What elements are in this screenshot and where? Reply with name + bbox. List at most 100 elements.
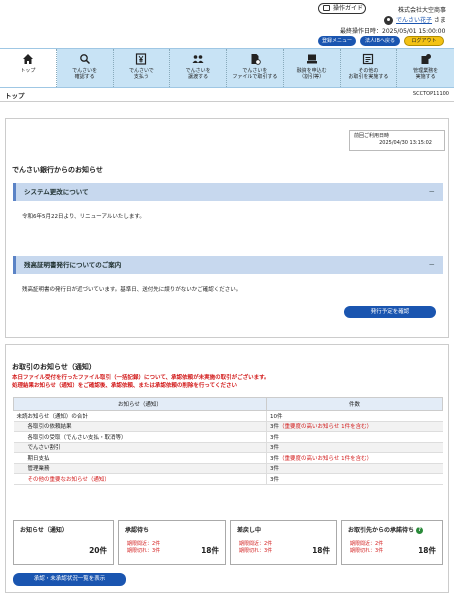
row-count: 10件	[266, 410, 443, 422]
summary-total: 20件	[89, 546, 107, 555]
warning-line: 処理結果お知らせ（通知）をご確認後、承認依頼、または承認依頼の削除を行ってくださ…	[12, 383, 237, 389]
row-name: 未読お知らせ（通知）の合計	[13, 410, 267, 422]
user-suffix: さま	[432, 17, 446, 24]
collapse-icon[interactable]: －	[429, 183, 436, 201]
announcement-item-body: 残高証明書の発行日が近づいています。基準日、送付先に誤りがないかご確認ください。	[22, 287, 242, 293]
nav-label: でんさいを 譲渡する	[185, 68, 211, 80]
admin-icon	[420, 53, 432, 65]
page-header: トップ SCCTOP11100	[0, 88, 454, 102]
announcement-item-title: 残高証明書発行についてのご案内	[24, 261, 122, 269]
logout-button[interactable]: ログアウト	[404, 36, 444, 46]
user-icon	[384, 16, 393, 25]
screen-code: SCCTOP11100	[412, 91, 449, 97]
approval-status-list-button[interactable]: 承認・未承認状況一覧を表示	[13, 573, 126, 586]
summary-detail: 期限間近：2件 期限切れ：3件	[127, 541, 161, 554]
announcement-item-header[interactable]: システム更改について －	[13, 183, 443, 201]
summary-title: お知らせ（通知）	[20, 527, 68, 534]
yen-icon	[135, 53, 147, 65]
nav-label: でんさいで 支払う	[128, 68, 154, 80]
row-count: 3件（重要度の高いお知らせ 1件を含む）	[266, 452, 443, 464]
notices-table: お知らせ（通知） 件数 未読お知らせ（通知）の合計 10件 各取引の依頼結果 3…	[13, 397, 443, 485]
row-count: 3件	[266, 462, 443, 474]
summary-partner-consent[interactable]: お取引先からの承諾待ち ? 期限間近：2件 期限切れ：3件 18件	[341, 520, 443, 565]
collapse-icon[interactable]: －	[429, 256, 436, 274]
table-row[interactable]: 期日支払 3件（重要度の高いお知らせ 1件を含む）	[13, 452, 443, 464]
table-row[interactable]: 各取引の依頼結果 3件（重要度の高いお知らせ 1件を含む）	[13, 420, 443, 432]
last-use-date-box: 前回ご利用日時 2025/04/30 13:15:02	[349, 130, 445, 151]
nav-pay[interactable]: でんさいで 支払う	[114, 49, 171, 87]
global-nav: トップ でんさいを 確認する でんさいで 支払う でんさいを 譲渡する でんさい…	[0, 48, 454, 88]
last-use-label: 前回ご利用日時	[354, 133, 390, 139]
row-name: 各取引の依頼結果	[13, 420, 267, 432]
guide-icon	[323, 5, 330, 11]
file-icon	[249, 53, 261, 65]
user-name-link[interactable]: でんさい花子	[396, 17, 432, 24]
help-icon[interactable]: ?	[416, 527, 424, 534]
summary-detail: 期限間近：2件 期限切れ：3件	[239, 541, 273, 554]
row-count: 3件（重要度の高いお知らせ 1件を含む）	[266, 420, 443, 432]
summary-detail: 期限間近：2件 期限切れ：3件	[350, 541, 384, 554]
loan-icon	[306, 53, 318, 65]
home-icon	[22, 53, 34, 65]
summary-sent-back[interactable]: 差戻し中 期限間近：2件 期限切れ：3件 18件	[230, 520, 337, 565]
table-row[interactable]: 各取引の受取（でんさい支払・取消等） 3件	[13, 431, 443, 443]
header: 操作ガイド 株式会社大空商事 でんさい花子 さま 最終操作日時：2025/05/…	[0, 0, 454, 48]
row-name: その他の重要なお知らせ（通知）	[13, 473, 267, 485]
summary-total: 18件	[418, 546, 436, 555]
check-issue-schedule-button[interactable]: 発行予定を確認	[344, 306, 436, 318]
other-icon	[362, 53, 374, 65]
user-row: でんさい花子 さま	[384, 15, 446, 25]
summary-title: 承認待ち	[125, 527, 150, 534]
table-row[interactable]: でんさい割引 3件	[13, 441, 443, 453]
transaction-notices-panel: お取引のお知らせ（通知） 本日ファイル受付を行ったファイル取引（一括記録）につい…	[5, 344, 449, 593]
bank-announcement-panel: 前回ご利用日時 2025/04/30 13:15:02 でんさい銀行からのお知ら…	[5, 118, 449, 338]
nav-file[interactable]: でんさいを ファイルで取引する	[227, 49, 284, 87]
row-count: 3件	[266, 473, 443, 485]
table-header: お知らせ（通知）	[13, 397, 267, 411]
nav-label: でんさいを ファイルで取引する	[232, 68, 278, 80]
corporate-ib-return-button[interactable]: 法人IBへ戻る	[360, 36, 400, 46]
summary-notices[interactable]: お知らせ（通知） 20件	[13, 520, 114, 565]
table-row[interactable]: 未読お知らせ（通知）の合計 10件	[13, 410, 443, 422]
nav-label: 管理業務を 実施する	[413, 68, 439, 80]
guide-label: 操作ガイド	[333, 5, 364, 12]
nav-other[interactable]: その他の お取引を実施する	[341, 49, 398, 87]
nav-check[interactable]: でんさいを 確認する	[57, 49, 114, 87]
table-row[interactable]: その他の重要なお知らせ（通知） 3件	[13, 473, 443, 485]
announcement-item-title: システム更改について	[24, 188, 89, 196]
register-menu-button[interactable]: 登録メニュー	[318, 36, 356, 46]
announcement-item-header[interactable]: 残高証明書発行についてのご案内 －	[13, 256, 443, 274]
row-name: 各取引の受取（でんさい支払・取消等）	[13, 431, 267, 443]
pending-file-warning: 本日ファイル受付を行ったファイル取引（一括記録）について、承認依頼が未実施の取引…	[12, 374, 270, 390]
summary-title: 差戻し中	[237, 527, 262, 534]
last-use-value: 2025/04/30 13:15:02	[379, 140, 432, 146]
summary-total: 18件	[201, 546, 219, 555]
table-header: 件数	[266, 397, 443, 411]
nav-label: その他の お取引を実施する	[348, 68, 389, 80]
page-title: トップ	[5, 92, 25, 100]
announcement-section-title: でんさい銀行からのお知らせ	[12, 166, 103, 174]
row-count: 3件	[266, 431, 443, 443]
announcement-item-body: 令和6年5月22日より、リニューアルいたします。	[22, 214, 145, 220]
warning-line: 本日ファイル受付を行ったファイル取引（一括記録）について、承認依頼が未実施の取引…	[12, 375, 270, 381]
row-count: 3件	[266, 441, 443, 453]
row-name: 期日支払	[13, 452, 267, 464]
notices-title: お取引のお知らせ（通知）	[12, 363, 96, 371]
table-row[interactable]: 管理業務 3件	[13, 462, 443, 474]
summary-title-row: お取引先からの承諾待ち ?	[348, 525, 424, 534]
row-name: 管理業務	[13, 462, 267, 474]
company-name: 株式会社大空商事	[398, 7, 447, 14]
nav-label: 融資を申込む （割引等）	[296, 68, 327, 80]
operation-guide-button[interactable]: 操作ガイド	[318, 3, 366, 14]
search-icon	[79, 53, 91, 65]
nav-admin[interactable]: 管理業務を 実施する	[397, 49, 454, 87]
nav-loan[interactable]: 融資を申込む （割引等）	[284, 49, 341, 87]
last-operation-time: 最終操作日時：2025/05/01 15:00:00	[340, 28, 446, 35]
row-name: でんさい割引	[13, 441, 267, 453]
summary-total: 18件	[312, 546, 330, 555]
people-icon	[192, 53, 204, 65]
summary-approval-waiting[interactable]: 承認待ち 期限間近：2件 期限切れ：3件 18件	[118, 520, 226, 565]
nav-transfer[interactable]: でんさいを 譲渡する	[170, 49, 227, 87]
nav-label: でんさいを 確認する	[72, 68, 98, 80]
nav-top[interactable]: トップ	[0, 49, 57, 87]
